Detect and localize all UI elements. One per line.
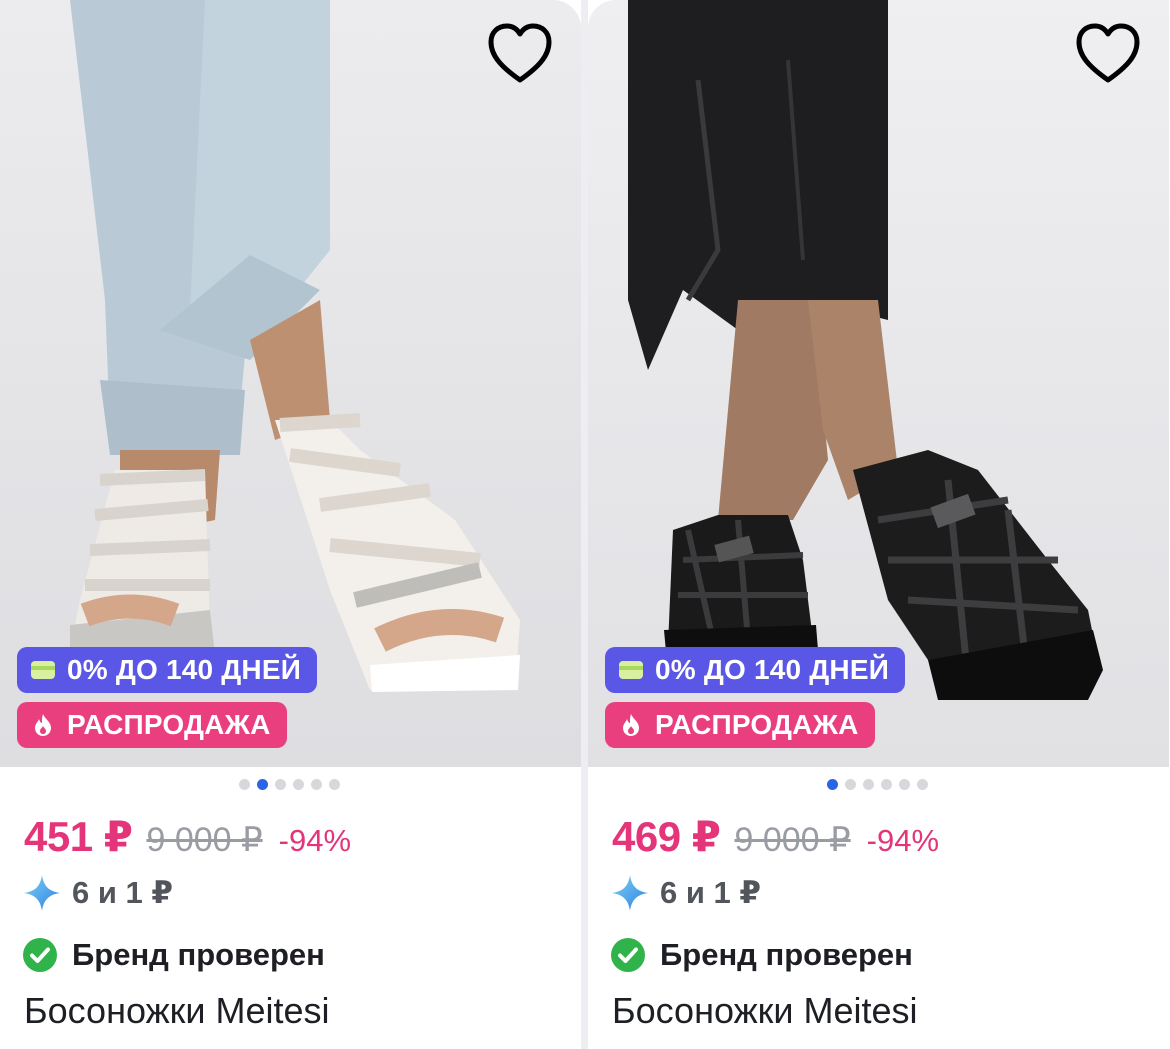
brand-verified-row: Бренд проверен — [22, 932, 325, 978]
gallery-dot[interactable] — [311, 779, 322, 790]
product-title[interactable]: Босоножки Meitesi — [612, 990, 918, 1032]
discount-percent: -94% — [278, 823, 352, 858]
bonus-text: 6 и 1 ₽ — [660, 875, 761, 910]
gallery-dots — [827, 779, 928, 791]
discount-percent: -94% — [866, 823, 940, 858]
gallery-dot[interactable] — [899, 779, 910, 790]
gallery-dot[interactable] — [239, 779, 250, 790]
brand-verified-text: Бренд проверен — [72, 937, 325, 972]
installment-label: 0% ДО 140 ДНЕЙ — [655, 654, 890, 685]
sparkle-icon — [24, 875, 60, 911]
card-icon — [31, 661, 55, 679]
gallery-dot[interactable] — [863, 779, 874, 790]
product-card[interactable]: 0% ДО 140 ДНЕЙ РАСПРОДАЖА 451 ₽ 9 000 ₽ … — [0, 0, 581, 1049]
bonus-text: 6 и 1 ₽ — [72, 875, 173, 910]
gallery-dot[interactable] — [275, 779, 286, 790]
installment-badge: 0% ДО 140 ДНЕЙ — [605, 647, 906, 693]
product-grid: 0% ДО 140 ДНЕЙ РАСПРОДАЖА 451 ₽ 9 000 ₽ … — [0, 0, 1170, 1049]
gallery-dot[interactable] — [917, 779, 928, 790]
check-circle-icon — [611, 938, 645, 972]
price-row: 451 ₽ 9 000 ₽ -94% — [24, 812, 351, 861]
card-divider — [581, 0, 588, 1049]
product-card[interactable]: 0% ДО 140 ДНЕЙ РАСПРОДАЖА 469 ₽ 9 000 ₽ … — [588, 0, 1169, 1049]
price-row: 469 ₽ 9 000 ₽ -94% — [612, 812, 939, 861]
favorite-heart-icon[interactable] — [486, 22, 554, 86]
sale-badge: РАСПРОДАЖА — [17, 702, 287, 748]
check-circle-icon — [23, 938, 57, 972]
card-icon — [619, 661, 643, 679]
gallery-dot[interactable] — [845, 779, 856, 790]
product-photo[interactable]: 0% ДО 140 ДНЕЙ РАСПРОДАЖА — [0, 0, 581, 767]
installment-badge: 0% ДО 140 ДНЕЙ — [17, 647, 318, 693]
old-price: 9 000 ₽ — [146, 821, 263, 859]
sale-label: РАСПРОДАЖА — [67, 709, 271, 740]
sale-label: РАСПРОДАЖА — [655, 709, 859, 740]
old-price: 9 000 ₽ — [734, 821, 851, 859]
flame-icon — [623, 714, 639, 736]
gallery-dot[interactable] — [881, 779, 892, 790]
gallery-dot[interactable] — [329, 779, 340, 790]
bonus-row: 6 и 1 ₽ — [22, 870, 173, 916]
gallery-dot[interactable] — [293, 779, 304, 790]
sparkle-icon — [612, 875, 648, 911]
gallery-dots — [239, 779, 340, 791]
current-price: 469 ₽ — [612, 813, 721, 860]
installment-label: 0% ДО 140 ДНЕЙ — [67, 654, 302, 685]
favorite-heart-icon[interactable] — [1074, 22, 1142, 86]
gallery-dot-active[interactable] — [827, 779, 838, 790]
brand-verified-row: Бренд проверен — [610, 932, 913, 978]
bonus-row: 6 и 1 ₽ — [610, 870, 761, 916]
product-photo[interactable]: 0% ДО 140 ДНЕЙ РАСПРОДАЖА — [588, 0, 1169, 767]
flame-icon — [35, 714, 51, 736]
current-price: 451 ₽ — [24, 813, 133, 860]
gallery-dot-active[interactable] — [257, 779, 268, 790]
sale-badge: РАСПРОДАЖА — [605, 702, 875, 748]
brand-verified-text: Бренд проверен — [660, 937, 913, 972]
product-title[interactable]: Босоножки Meitesi — [24, 990, 330, 1032]
